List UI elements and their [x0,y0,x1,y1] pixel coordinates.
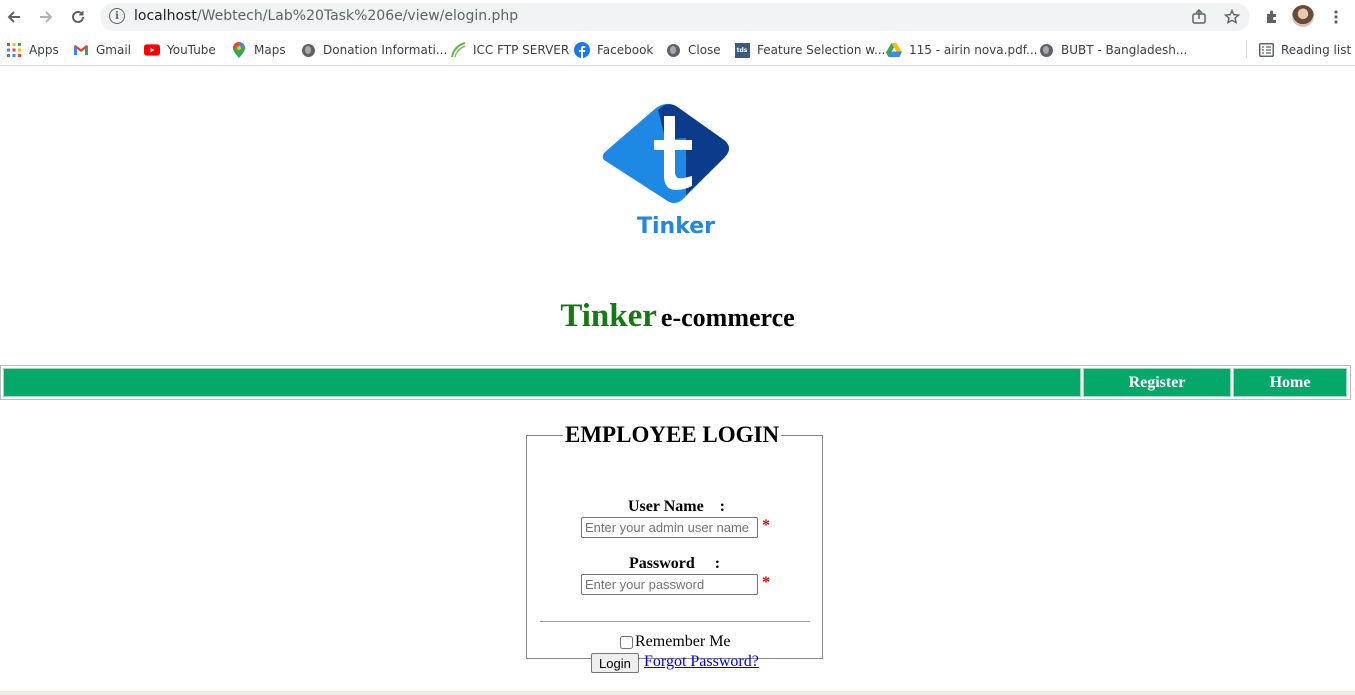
page-bottom-strip [0,691,1355,695]
facebook-icon [574,42,590,58]
employee-login-form: EMPLOYEE LOGIN User Name : * Password : … [526,422,823,673]
globe-icon [300,42,316,58]
password-required-mark: * [762,574,770,591]
reading-list-icon [1258,42,1274,58]
globe-icon [1038,42,1054,58]
bookmark-label: YouTube [167,43,216,57]
bookmark-bubt[interactable]: BUBT - Bangladesh... [1038,40,1187,60]
bookmark-label: Donation Informati... [323,43,448,57]
tinker-logo: Tinker [596,98,746,243]
bookmark-label: Gmail [96,43,132,57]
brand-name: Tinker [560,298,657,334]
profile-avatar[interactable] [1292,5,1314,27]
nav-register-link[interactable]: Register [1083,368,1231,397]
bookmark-label: Close [688,43,721,57]
tds-badge: tds [734,42,750,58]
url-path: /Webtech/Lab%20Task%206e/view/elogin.php [196,8,519,24]
bookmark-facebook[interactable]: Facebook [574,40,653,60]
brand-suffix: e-commerce [660,303,795,332]
url-host: localhost [134,8,197,24]
forgot-password-link[interactable]: Forgot Password? [644,653,759,671]
globe-icon [665,42,681,58]
bookmark-youtube[interactable]: YouTube [144,40,216,60]
login-legend: EMPLOYEE LOGIN [565,422,780,447]
password-label: Password : [629,555,721,572]
bookmark-star-icon[interactable] [1223,8,1241,26]
bookmark-label: Facebook [597,43,654,57]
share-icon[interactable] [1190,8,1208,26]
bookmark-icc-ftp[interactable]: ICC FTP SERVER [450,40,569,60]
gmail-icon [73,42,89,58]
bookmark-label: ICC FTP SERVER [473,43,570,57]
bookmarks-divider [1246,40,1247,58]
bookmark-feature-selection[interactable]: tds Feature Selection w... [734,40,885,60]
forward-arrow-icon[interactable] [34,5,58,29]
password-input[interactable] [581,574,758,595]
browser-toolbar: i localhost/Webtech/Lab%20Task%206e/view… [0,0,1355,34]
bookmark-donation[interactable]: Donation Informati... [300,40,447,60]
maps-pin-icon [231,42,247,58]
youtube-icon [144,42,160,58]
username-input[interactable] [581,517,758,538]
icc-icon [450,42,466,58]
site-headline: Tinker e-commerce [0,298,1355,335]
browser-menu-icon[interactable] [1324,5,1348,29]
form-divider [540,621,810,622]
bookmark-drive-pdf[interactable]: 115 - airin nova.pdf... [886,40,1037,60]
bookmark-apps[interactable]: Apps [6,40,59,60]
extensions-puzzle-icon[interactable] [1260,5,1284,29]
bookmark-label: BUBT - Bangladesh... [1061,43,1188,57]
login-button[interactable]: Login [591,653,639,673]
apps-grid-icon [6,42,22,58]
reading-list-label: Reading list [1281,43,1352,57]
bookmark-label: Apps [29,43,59,57]
bookmark-label: Maps [254,43,286,57]
remember-me-label: Remember Me [635,633,731,650]
reload-icon[interactable] [66,5,90,29]
site-info-icon[interactable]: i [109,8,125,24]
back-arrow-icon[interactable] [2,5,26,29]
nav-spacer [3,368,1081,397]
tds-icon: tds [734,42,750,58]
remember-me-row[interactable]: Remember Me [620,633,731,651]
bookmark-maps[interactable]: Maps [231,40,286,60]
logo-text: Tinker [637,214,715,239]
username-label: User Name : [628,498,726,515]
bookmarks-bar: Apps Gmail YouTube Maps Donation Informa… [0,34,1355,66]
address-bar[interactable]: i localhost/Webtech/Lab%20Task%206e/view… [100,3,1250,31]
bookmark-gmail[interactable]: Gmail [73,40,131,60]
remember-me-checkbox[interactable] [620,635,633,649]
bookmark-label: 115 - airin nova.pdf... [909,43,1038,57]
bookmark-label: Feature Selection w... [757,43,886,57]
url-text[interactable]: localhost/Webtech/Lab%20Task%206e/view/e… [134,8,518,24]
google-drive-icon [886,42,902,58]
top-navigation: Register Home [0,365,1351,400]
reading-list-button[interactable]: Reading list [1258,40,1351,60]
bookmark-close[interactable]: Close [665,40,721,60]
username-required-mark: * [762,517,770,534]
nav-home-link[interactable]: Home [1233,368,1347,397]
